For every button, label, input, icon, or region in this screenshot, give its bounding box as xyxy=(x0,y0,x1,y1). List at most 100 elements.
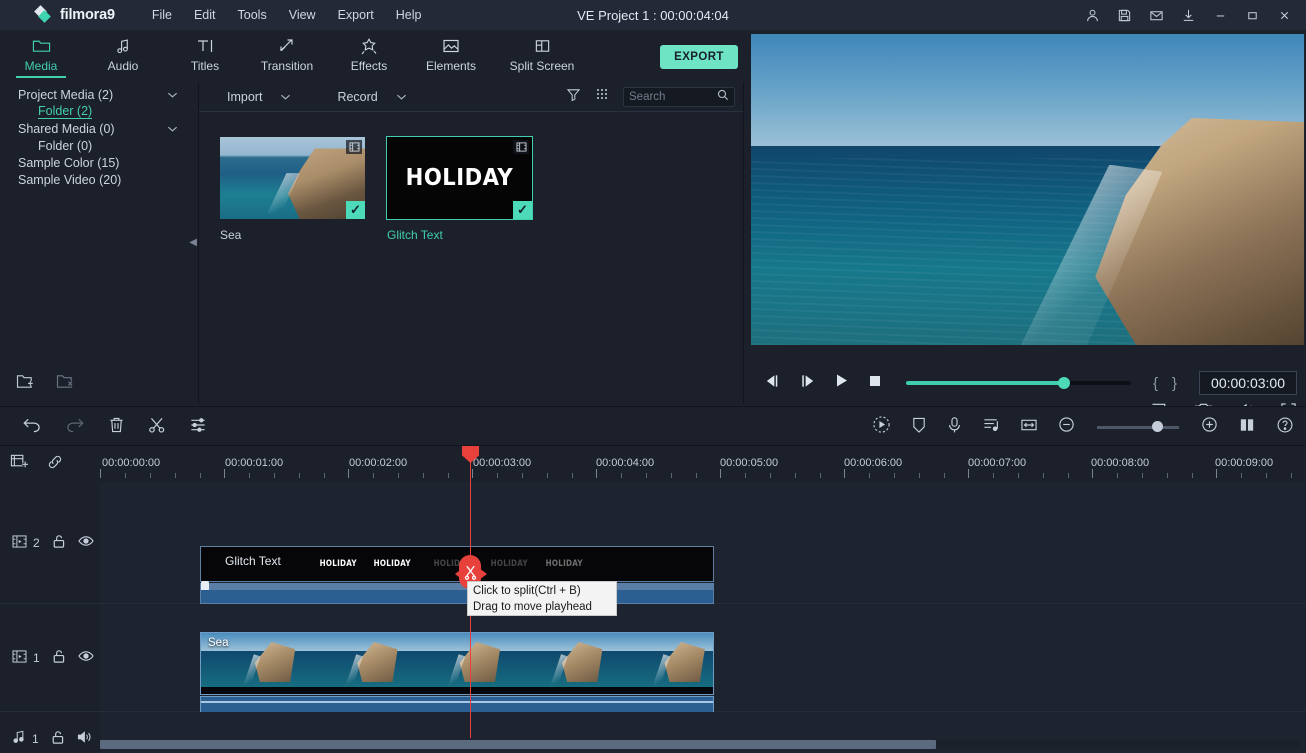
account-icon[interactable] xyxy=(1078,2,1106,28)
unlocked-icon[interactable] xyxy=(52,534,66,552)
fit-timeline-button[interactable] xyxy=(1020,417,1038,438)
tooltip-line-1: Click to split(Ctrl + B) xyxy=(473,585,581,597)
record-label: Record xyxy=(337,89,378,104)
previous-frame-button[interactable] xyxy=(764,374,781,393)
new-folder-icon[interactable] xyxy=(16,373,36,395)
save-icon[interactable] xyxy=(1110,2,1138,28)
chevron-down-icon[interactable] xyxy=(167,122,178,136)
panel-collapse-arrow[interactable]: ◀ xyxy=(189,237,197,248)
tree-item-sample-video[interactable]: Sample Video (20) xyxy=(0,171,198,188)
eye-icon[interactable] xyxy=(77,650,94,665)
chevron-down-icon[interactable] xyxy=(280,90,291,104)
track-lane-video-2[interactable]: Glitch Text HOLIDAY HOLIDAY HOLIDAY HOLI… xyxy=(100,482,1306,604)
mark-in-button[interactable]: { xyxy=(1153,375,1158,392)
next-frame-button[interactable] xyxy=(799,374,816,393)
split-view-button[interactable] xyxy=(1238,416,1256,439)
render-preview-button[interactable] xyxy=(872,415,891,439)
tree-item-sample-color[interactable]: Sample Color (15) xyxy=(0,154,198,171)
preview-progress-slider[interactable] xyxy=(906,377,1131,389)
minimize-button[interactable] xyxy=(1206,2,1234,28)
media-thumbnail[interactable]: ✓ xyxy=(220,137,365,219)
clip-sea[interactable]: Sea xyxy=(200,632,714,695)
timeline-scrollbar-thumb[interactable] xyxy=(100,740,936,749)
voiceover-button[interactable] xyxy=(947,416,962,439)
grid-view-icon[interactable] xyxy=(595,87,609,106)
delete-button[interactable] xyxy=(108,416,125,439)
ruler-label: 00:00:09:00 xyxy=(1215,457,1274,469)
preview-timecode[interactable]: 00:00:03:00 xyxy=(1199,371,1298,395)
tab-split-screen[interactable]: Split Screen xyxy=(492,36,592,78)
media-item-sea[interactable]: ✓ Sea xyxy=(220,137,365,242)
zoom-slider[interactable] xyxy=(1097,421,1179,432)
import-button[interactable]: Import xyxy=(227,90,291,104)
undo-button[interactable] xyxy=(22,416,42,439)
media-checkbox[interactable]: ✓ xyxy=(346,201,365,219)
chevron-down-icon[interactable] xyxy=(167,88,178,102)
menu-export[interactable]: Export xyxy=(327,4,385,26)
adjust-settings-button[interactable] xyxy=(189,416,207,439)
chevron-down-icon[interactable] xyxy=(396,90,407,104)
filmora-logo-icon xyxy=(34,4,53,24)
timeline-ruler[interactable]: 00:00:00:00 00:00:01:00 00:00:02:00 00:0… xyxy=(100,446,1306,482)
marker-button[interactable] xyxy=(911,416,927,439)
tree-item-folder-0[interactable]: Folder (0) xyxy=(0,137,198,154)
zoom-slider-knob[interactable] xyxy=(1151,421,1163,432)
audio-mixer-button[interactable] xyxy=(982,416,1000,439)
tab-titles[interactable]: Titles xyxy=(164,36,246,78)
tab-media[interactable]: Media xyxy=(0,36,82,78)
filter-icon[interactable] xyxy=(566,87,581,107)
preview-panel: { } 00:00:03:00 xyxy=(745,30,1306,417)
split-scissors-button[interactable] xyxy=(148,416,166,439)
redo-button[interactable] xyxy=(65,416,85,439)
add-track-icon[interactable] xyxy=(10,453,29,476)
video-preview[interactable] xyxy=(751,34,1304,345)
play-button[interactable] xyxy=(834,373,850,393)
clip-label: Glitch Text xyxy=(225,554,281,568)
menu-view[interactable]: View xyxy=(278,4,327,26)
glitch-word: HOLIDAY xyxy=(319,559,357,569)
zoom-in-button[interactable] xyxy=(1201,416,1218,438)
clip-glitch-handle-bar[interactable] xyxy=(200,581,714,591)
search-input[interactable] xyxy=(629,90,719,103)
search-box[interactable] xyxy=(623,86,735,107)
media-item-glitch-text[interactable]: HOLIDAY ✓ Glitch Text xyxy=(386,136,533,242)
tab-elements[interactable]: Elements xyxy=(410,36,492,78)
tree-item-folder-2[interactable]: Folder (2) xyxy=(0,103,198,120)
delete-folder-icon[interactable] xyxy=(56,373,76,395)
timeline-scrollbar-track[interactable] xyxy=(100,740,1299,749)
export-button[interactable]: EXPORT xyxy=(660,45,738,69)
help-button[interactable] xyxy=(1276,416,1294,439)
music-note-icon xyxy=(115,36,132,56)
record-button[interactable]: Record xyxy=(337,90,406,104)
zoom-out-button[interactable] xyxy=(1058,416,1075,438)
tab-effects[interactable]: Effects xyxy=(328,36,410,78)
clip-glitch-body[interactable] xyxy=(200,590,714,604)
tab-audio[interactable]: Audio xyxy=(82,36,164,78)
stop-button[interactable] xyxy=(868,374,882,393)
tree-item-shared-media[interactable]: Shared Media (0) xyxy=(0,120,198,137)
mail-icon[interactable] xyxy=(1142,2,1170,28)
media-checkbox[interactable]: ✓ xyxy=(513,201,532,219)
menu-tools[interactable]: Tools xyxy=(227,4,278,26)
progress-knob[interactable] xyxy=(1057,377,1070,389)
unlocked-icon[interactable] xyxy=(51,730,65,748)
speaker-icon[interactable] xyxy=(77,730,93,747)
menu-file[interactable]: File xyxy=(141,4,183,26)
close-button[interactable] xyxy=(1270,2,1298,28)
unlocked-icon[interactable] xyxy=(52,649,66,667)
tab-transition[interactable]: Transition xyxy=(246,36,328,78)
link-icon[interactable] xyxy=(46,453,64,476)
mark-out-button[interactable]: } xyxy=(1172,375,1177,392)
filmora-window: filmora9 File Edit Tools View Export Hel… xyxy=(0,0,1306,753)
media-thumbnail[interactable]: HOLIDAY ✓ xyxy=(386,136,533,220)
search-icon[interactable] xyxy=(717,88,729,106)
maximize-button[interactable] xyxy=(1238,2,1266,28)
download-icon[interactable] xyxy=(1174,2,1202,28)
menu-edit[interactable]: Edit xyxy=(183,4,227,26)
eye-icon[interactable] xyxy=(77,535,94,550)
library-panel: Project Media (2) Folder (2) Shared Medi… xyxy=(0,82,199,404)
track-lane-video-1[interactable]: Sea xyxy=(100,604,1306,730)
tree-item-project-media[interactable]: Project Media (2) xyxy=(0,86,198,103)
menu-help[interactable]: Help xyxy=(385,4,433,26)
menu-bar: File Edit Tools View Export Help xyxy=(141,4,433,26)
